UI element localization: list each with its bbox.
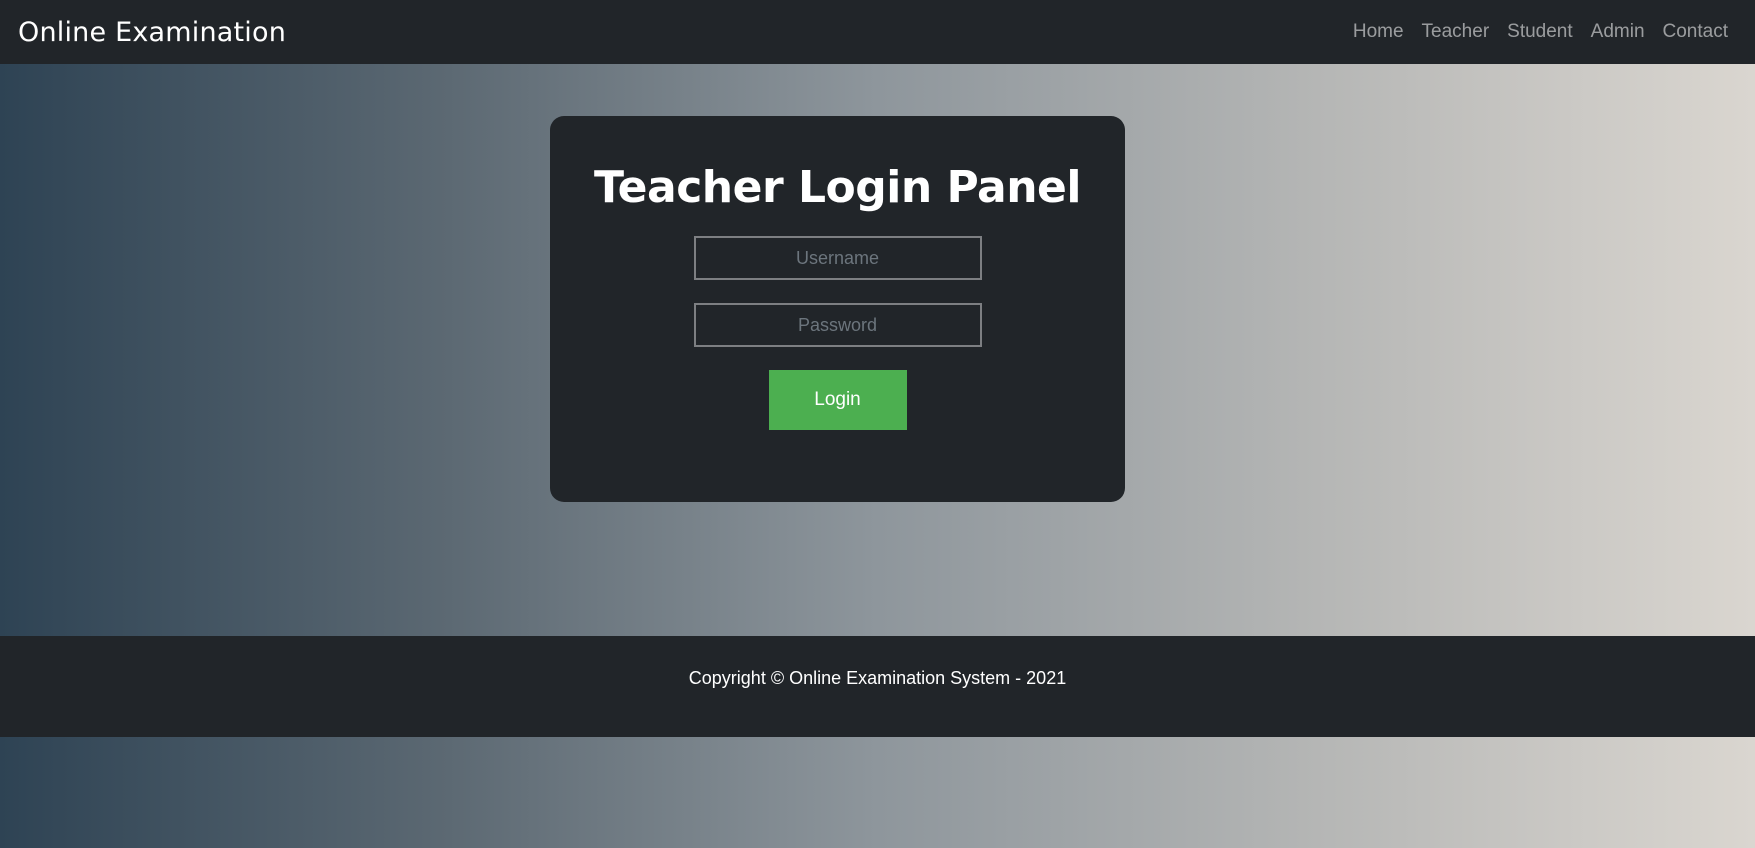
nav-link-home[interactable]: Home bbox=[1353, 21, 1404, 43]
login-card: Teacher Login Panel Login bbox=[550, 116, 1125, 502]
nav-link-admin[interactable]: Admin bbox=[1591, 21, 1645, 43]
footer-copyright: Copyright © Online Examination System - … bbox=[688, 668, 1067, 688]
nav-link-teacher[interactable]: Teacher bbox=[1422, 21, 1490, 43]
nav-links: Home Teacher Student Admin Contact bbox=[1353, 21, 1737, 43]
brand-title[interactable]: Online Examination bbox=[18, 17, 286, 48]
password-input[interactable] bbox=[693, 303, 982, 347]
login-button[interactable]: Login bbox=[768, 370, 907, 430]
username-input[interactable] bbox=[693, 236, 982, 280]
login-panel-title: Teacher Login Panel bbox=[594, 162, 1081, 213]
nav-link-contact[interactable]: Contact bbox=[1663, 21, 1728, 43]
nav-link-student[interactable]: Student bbox=[1507, 21, 1573, 43]
navbar: Online Examination Home Teacher Student … bbox=[0, 0, 1755, 64]
footer: Copyright © Online Examination System - … bbox=[0, 636, 1755, 737]
